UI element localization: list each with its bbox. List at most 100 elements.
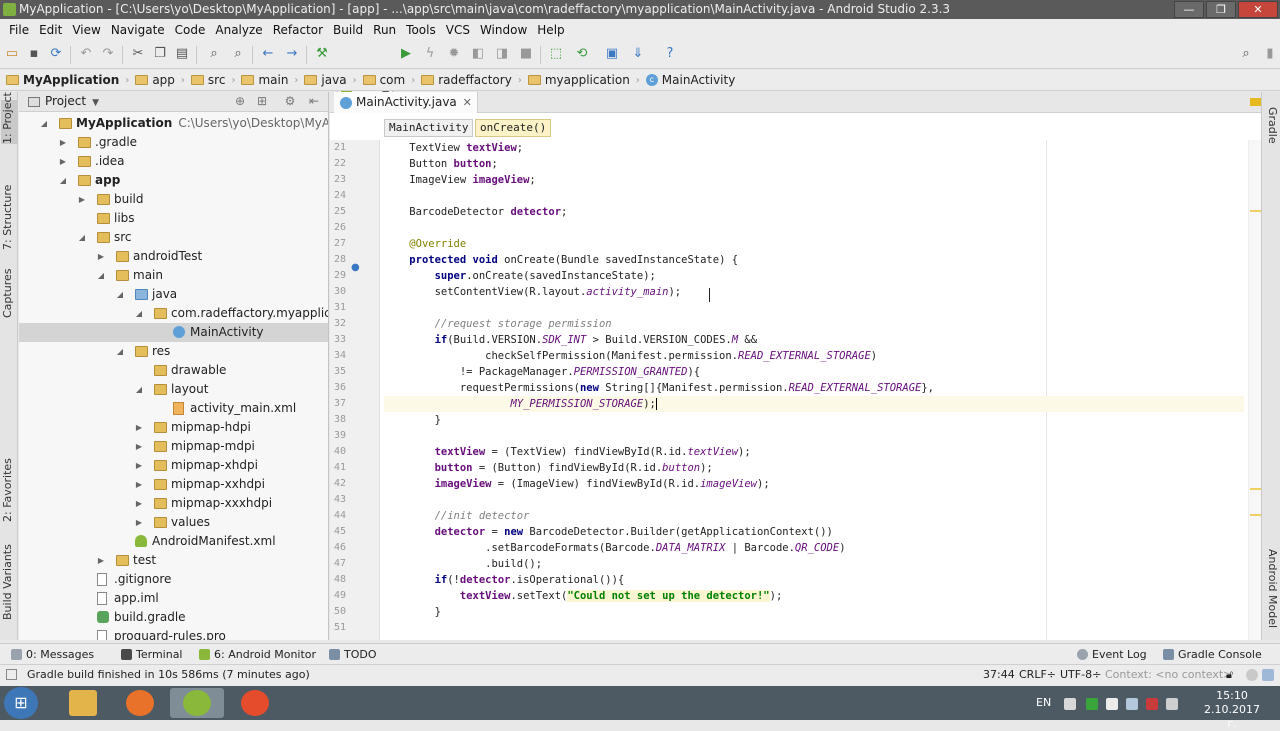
menu-vcs[interactable]: VCS	[441, 23, 475, 37]
collapsed-arrow-icon[interactable]: ▶	[58, 152, 68, 171]
context-indicator[interactable]: Context: <no context>	[1105, 665, 1232, 684]
status-message[interactable]: Gradle build finished in 10s 586ms (7 mi…	[27, 665, 310, 684]
tree-item[interactable]: ◢ java	[19, 285, 328, 304]
code-line[interactable]: imageView = (ImageView) findViewById(R.i…	[384, 476, 1244, 492]
debug-icon[interactable]: ✹	[446, 46, 462, 62]
tool-tab-todo[interactable]: TODO	[328, 644, 377, 665]
maximize-button[interactable]: ❐	[1206, 1, 1236, 18]
sdk-manager-icon[interactable]: ⇓	[630, 46, 646, 62]
nav-crumb[interactable]: c MainActivity	[645, 73, 735, 87]
warning-stripe[interactable]	[1250, 514, 1261, 516]
collapsed-arrow-icon[interactable]: ▶	[134, 494, 144, 513]
tree-item[interactable]: ◢ MyApplication C:\Users\yo\Desktop\MyAppl…	[19, 114, 328, 133]
menu-navigate[interactable]: Navigate	[106, 23, 170, 37]
collapsed-arrow-icon[interactable]: ▶	[96, 247, 106, 266]
nav-crumb[interactable]: radeffactory ›	[421, 73, 528, 87]
expanded-arrow-icon[interactable]: ◢	[115, 285, 125, 304]
nav-crumb[interactable]: main ›	[241, 73, 304, 87]
tree-item[interactable]: drawable	[19, 361, 328, 380]
menu-window[interactable]: Window	[475, 23, 532, 37]
back-icon[interactable]: ←	[260, 46, 276, 62]
nav-crumb[interactable]: java ›	[304, 73, 362, 87]
hide-panel-icon[interactable]: ⇤	[307, 94, 321, 108]
panel-toggle-icon[interactable]: ▮	[1262, 46, 1278, 62]
tool-tab-captures[interactable]: Captures	[1, 269, 17, 318]
tree-item[interactable]: ▶ build	[19, 190, 328, 209]
menu-tools[interactable]: Tools	[401, 23, 441, 37]
code-line[interactable]: != PackageManager.PERMISSION_GRANTED){	[384, 364, 1244, 380]
replace-icon[interactable]: ⌕	[230, 46, 246, 62]
editor-tab-mainactivity[interactable]: MainActivity.java ✕	[334, 92, 478, 113]
taskbar-chrome[interactable]	[228, 688, 282, 718]
settings-gear-icon[interactable]: ⚙	[283, 94, 297, 108]
tree-item[interactable]: ▶ androidTest	[19, 247, 328, 266]
caret-position[interactable]: 37:44	[983, 665, 1015, 684]
code-line[interactable]	[384, 188, 1244, 204]
code-line[interactable]: textView.setText("Could not set up the d…	[384, 588, 1244, 604]
system-clock[interactable]: 15:10 2.10.2017 г.	[1202, 689, 1262, 731]
code-line[interactable]: setContentView(R.layout.activity_main);	[384, 284, 1244, 300]
lock-icon[interactable]: 🔓︎	[1226, 665, 1233, 684]
code-line[interactable]: Button button;	[384, 156, 1244, 172]
code-line[interactable]	[384, 220, 1244, 236]
code-line[interactable]: ImageView imageView;	[384, 172, 1244, 188]
code-line[interactable]: checkSelfPermission(Manifest.permission.…	[384, 348, 1244, 364]
apply-changes-icon[interactable]: ϟ	[422, 46, 438, 62]
tool-tab-project[interactable]: 1: Project	[1, 92, 17, 144]
tree-item[interactable]: ▶ mipmap-xxhdpi	[19, 475, 328, 494]
expanded-arrow-icon[interactable]: ◢	[134, 304, 144, 323]
tool-tab-android-model[interactable]: Android Model	[1263, 544, 1279, 634]
tree-item[interactable]: ▶ test	[19, 551, 328, 570]
coverage-icon[interactable]: ◨	[494, 46, 510, 62]
warning-stripe[interactable]	[1250, 488, 1261, 490]
tool-tab-android-monitor[interactable]: 6: Android Monitor	[198, 644, 316, 665]
language-indicator[interactable]: EN	[1036, 686, 1051, 720]
menu-code[interactable]: Code	[170, 23, 211, 37]
tool-tab-gradle[interactable]: Gradle	[1263, 100, 1279, 150]
nav-crumb[interactable]: app ›	[135, 73, 191, 87]
nav-crumb[interactable]: src ›	[190, 73, 242, 87]
tree-item[interactable]: ▶ mipmap-xxxhdpi	[19, 494, 328, 513]
tree-item[interactable]: AndroidManifest.xml	[19, 532, 328, 551]
tray-alert-icon[interactable]	[1146, 698, 1158, 710]
menu-edit[interactable]: Edit	[34, 23, 67, 37]
scroll-from-source-icon[interactable]: ⊕	[233, 94, 247, 108]
tree-item[interactable]: app.iml	[19, 589, 328, 608]
code-line[interactable]: protected void onCreate(Bundle savedInst…	[384, 252, 1244, 268]
collapsed-arrow-icon[interactable]: ▶	[134, 418, 144, 437]
code-line[interactable]: //request storage permission	[384, 316, 1244, 332]
menu-file[interactable]: File	[4, 23, 34, 37]
event-icon[interactable]	[1262, 669, 1274, 681]
tree-item[interactable]: proguard-rules.pro	[19, 627, 328, 640]
tray-volume-icon[interactable]	[1126, 698, 1138, 710]
collapsed-arrow-icon[interactable]: ▶	[58, 133, 68, 152]
project-view-select[interactable]: Project	[45, 94, 86, 108]
find-icon[interactable]: ⌕	[206, 46, 222, 62]
file-encoding[interactable]: UTF-8÷	[1060, 665, 1101, 684]
collapsed-arrow-icon[interactable]: ▶	[134, 475, 144, 494]
tree-item[interactable]: ◢ main	[19, 266, 328, 285]
collapsed-arrow-icon[interactable]: ▶	[134, 437, 144, 456]
attach-debugger-icon[interactable]: ⬚	[548, 46, 564, 62]
code-line[interactable]: MY_PERMISSION_STORAGE);	[384, 396, 1244, 412]
open-icon[interactable]: ▭	[4, 46, 20, 62]
override-marker-icon[interactable]: ●	[351, 262, 360, 273]
taskbar-explorer[interactable]	[56, 688, 110, 718]
code-line[interactable]: }	[384, 604, 1244, 620]
tree-item[interactable]: ◢ com.radeffactory.myapplication	[19, 304, 328, 323]
code-line[interactable]: requestPermissions(new String[]{Manifest…	[384, 380, 1244, 396]
expanded-arrow-icon[interactable]: ◢	[39, 114, 49, 133]
breadcrumb-class[interactable]: MainActivity	[384, 119, 474, 137]
code-line[interactable]: TextView textView;	[384, 140, 1244, 156]
tool-tab-build-variants[interactable]: Build Variants	[1, 544, 17, 620]
tree-item[interactable]: ▶ values	[19, 513, 328, 532]
undo-icon[interactable]: ↶	[78, 46, 94, 62]
collapse-all-icon[interactable]: ⊞	[255, 94, 269, 108]
redo-icon[interactable]: ↷	[100, 46, 116, 62]
tree-item[interactable]: build.gradle	[19, 608, 328, 627]
help-icon[interactable]: ?	[662, 46, 678, 62]
make-icon[interactable]: ⚒	[314, 46, 330, 62]
collapsed-arrow-icon[interactable]: ▶	[77, 190, 87, 209]
nav-crumb[interactable]: MyApplication ›	[6, 73, 135, 87]
profile-icon[interactable]: ◧	[470, 46, 486, 62]
